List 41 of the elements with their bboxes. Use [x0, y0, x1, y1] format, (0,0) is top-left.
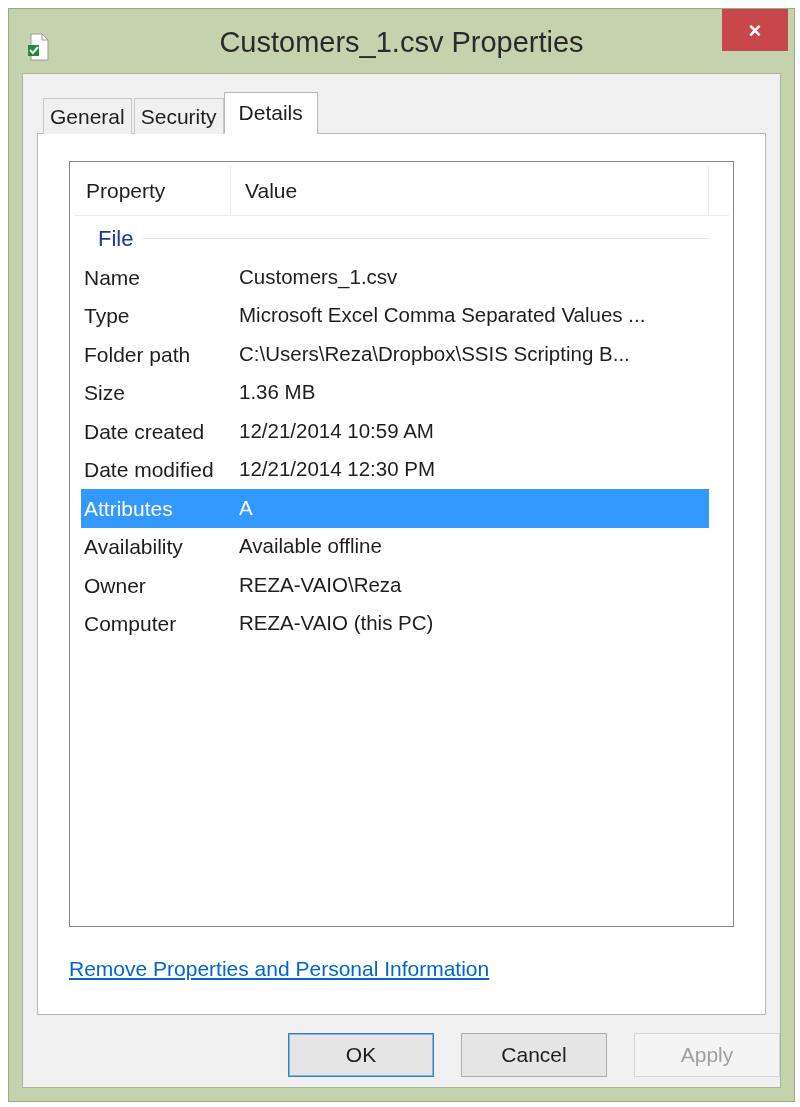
property-row[interactable]: Folder path C:\Users\Reza\Dropbox\SSIS Scripting B... — [81, 335, 709, 374]
column-header[interactable]: Property — [74, 166, 231, 215]
window-title: Customers_1.csv Properties — [219, 25, 584, 61]
tab[interactable]: Details — [223, 92, 318, 134]
property-name: Computer — [83, 611, 178, 637]
property-name: Type — [83, 303, 131, 329]
dialog-button[interactable]: Cancel — [461, 1033, 607, 1077]
property-name: Attributes — [83, 495, 174, 522]
property-value: REZA-VAIO\Reza — [239, 571, 402, 598]
spreadsheet-file-icon — [27, 33, 51, 61]
dialog-button[interactable]: OK — [288, 1033, 434, 1077]
property-row[interactable]: Computer REZA-VAIO (this PC) — [81, 604, 709, 643]
property-name: Date modified — [83, 457, 215, 483]
tab[interactable]: Security — [133, 98, 224, 134]
column-header[interactable]: Value — [231, 166, 709, 215]
property-value: 1.36 MB — [239, 379, 316, 406]
property-row[interactable]: Name Customers_1.csv — [81, 258, 709, 297]
property-value: 12/21/2014 10:59 AM — [239, 417, 434, 444]
property-value: A — [239, 494, 253, 521]
property-row[interactable]: Type Microsoft Excel Comma Separated Values ... — [81, 296, 709, 335]
property-row[interactable]: Owner REZA-VAIO\Reza — [81, 566, 709, 605]
property-row[interactable]: Size 1.36 MB — [81, 373, 709, 412]
property-name: Owner — [83, 572, 147, 599]
property-name: Folder path — [83, 341, 192, 368]
property-value: REZA-VAIO (this PC) — [239, 610, 434, 637]
tab[interactable]: General — [43, 98, 132, 134]
property-value: C:\Users\Reza\Dropbox\SSIS Scripting B... — [239, 340, 630, 367]
remove-properties-link[interactable]: Remove Properties and Personal Information — [69, 953, 490, 985]
property-name: Size — [83, 380, 126, 406]
property-value: Available offline — [239, 533, 382, 560]
property-name: Name — [83, 264, 142, 291]
group-header: File — [98, 224, 134, 253]
property-row[interactable]: Date created 12/21/2014 10:59 AM — [81, 412, 709, 451]
property-name: Date created — [83, 418, 206, 445]
property-value: Customers_1.csv — [239, 263, 398, 291]
close-button[interactable]: × — [722, 9, 788, 51]
property-value: Microsoft Excel Comma Separated Values ... — [239, 302, 646, 329]
property-value: 12/21/2014 12:30 PM — [239, 456, 436, 483]
property-row[interactable]: Date modified 12/21/2014 12:30 PM — [81, 450, 709, 489]
property-row[interactable]: Availability Available offline — [81, 527, 709, 566]
property-name: Availability — [83, 534, 184, 560]
